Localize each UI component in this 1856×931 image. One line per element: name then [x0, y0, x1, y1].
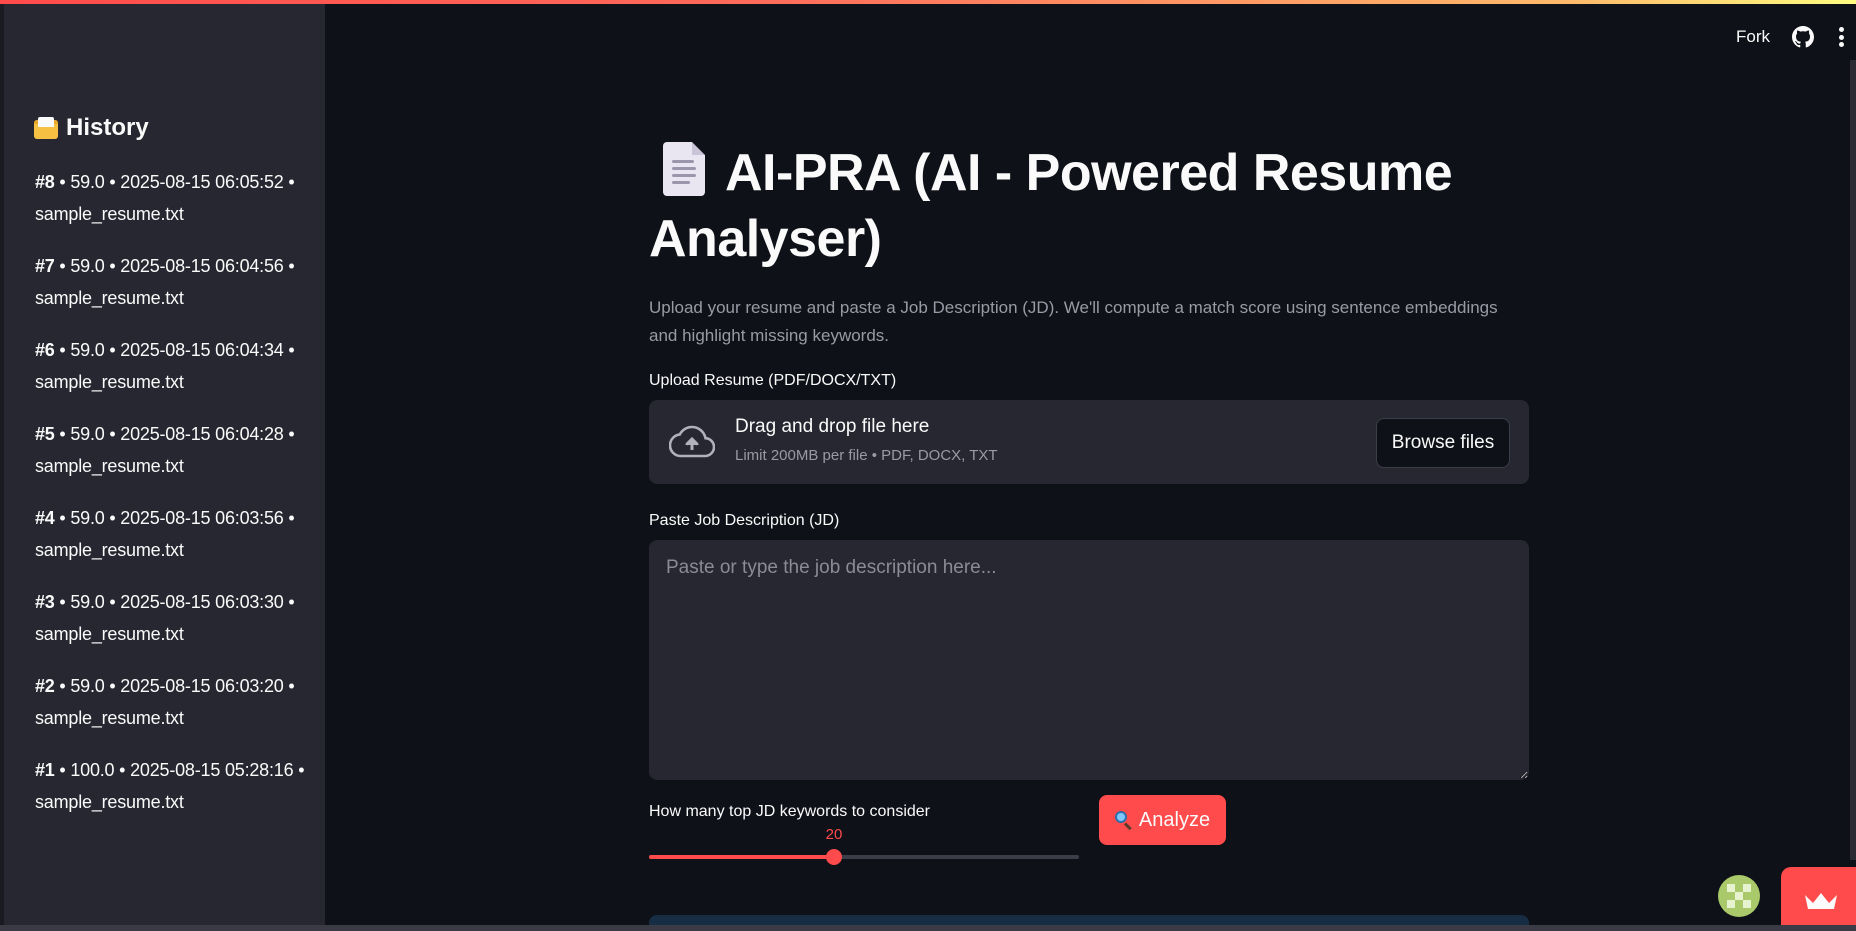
crown-icon [1805, 893, 1837, 909]
controls-row: How many top JD keywords to consider 20 … [649, 795, 1529, 893]
history-item-id: #7 [35, 256, 55, 276]
history-item-id: #8 [35, 172, 55, 192]
page-description: Upload your resume and paste a Job Descr… [649, 298, 1498, 345]
history-item: #5 • 59.0 • 2025-08-15 06:04:28 • sample… [35, 418, 305, 482]
upload-label: Upload Resume (PDF/DOCX/TXT) [649, 372, 897, 389]
history-item-details: • 59.0 • 2025-08-15 06:03:30 • sample_re… [35, 592, 295, 644]
file-uploader-dropzone[interactable]: Drag and drop file here Limit 200MB per … [649, 400, 1529, 484]
cloud-upload-icon [669, 425, 715, 458]
history-item-id: #2 [35, 676, 55, 696]
history-item: #8 • 59.0 • 2025-08-15 06:05:52 • sample… [35, 166, 305, 230]
history-item-id: #4 [35, 508, 55, 528]
slider-label: How many top JD keywords to consider [649, 803, 930, 820]
github-icon[interactable] [1792, 26, 1814, 48]
jd-label: Paste Job Description (JD) [649, 512, 840, 529]
horizontal-scrollbar[interactable] [0, 925, 1856, 931]
history-item-id: #3 [35, 592, 55, 612]
history-item-details: • 59.0 • 2025-08-15 06:04:28 • sample_re… [35, 424, 295, 476]
sidebar-title: History [34, 114, 149, 142]
top-decoration-bar [0, 0, 1856, 4]
document-icon [663, 142, 705, 196]
history-item-id: #1 [35, 760, 55, 780]
dropzone-limits: Limit 200MB per file • PDF, DOCX, TXT [735, 447, 998, 464]
history-item: #6 • 59.0 • 2025-08-15 06:04:34 • sample… [35, 334, 305, 398]
history-item: #3 • 59.0 • 2025-08-15 06:03:30 • sample… [35, 586, 305, 650]
browse-files-button[interactable]: Browse files [1376, 418, 1510, 468]
keywords-slider[interactable]: 20 [649, 826, 1079, 875]
vertical-scrollbar[interactable] [1850, 60, 1856, 860]
history-item: #1 • 100.0 • 2025-08-15 05:28:16 • sampl… [35, 754, 305, 818]
sidebar: History #8 • 59.0 • 2025-08-15 06:05:52 … [0, 0, 325, 925]
history-item: #4 • 59.0 • 2025-08-15 06:03:56 • sample… [35, 502, 305, 566]
sidebar-title-label: History [66, 114, 149, 141]
clipboard-icon [34, 117, 58, 139]
analyze-button[interactable]: Analyze [1099, 795, 1226, 845]
main-content: AI-PRA (AI - Powered Resume Analyser) Up… [649, 140, 1529, 893]
streamlit-crown-button[interactable] [1781, 867, 1856, 931]
main-area: Fork AI-PRA (AI - Powered Resume Analyse… [325, 0, 1856, 931]
history-item-details: • 59.0 • 2025-08-15 06:04:56 • sample_re… [35, 256, 295, 308]
page-title-text: AI-PRA (AI - Powered Resume Analyser) [649, 144, 1453, 268]
history-item-id: #6 [35, 340, 55, 360]
history-item: #2 • 59.0 • 2025-08-15 06:03:20 • sample… [35, 670, 305, 734]
app-header-actions: Fork [1736, 26, 1844, 48]
history-item-details: • 59.0 • 2025-08-15 06:03:56 • sample_re… [35, 508, 295, 560]
history-item: #7 • 59.0 • 2025-08-15 06:04:56 • sample… [35, 250, 305, 314]
history-item-details: • 100.0 • 2025-08-15 05:28:16 • sample_r… [35, 760, 305, 812]
history-item-details: • 59.0 • 2025-08-15 06:03:20 • sample_re… [35, 676, 295, 728]
slider-value: 20 [825, 826, 843, 843]
jd-textarea[interactable] [649, 540, 1529, 780]
history-list: #8 • 59.0 • 2025-08-15 06:05:52 • sample… [35, 166, 305, 838]
fork-button[interactable]: Fork [1736, 27, 1770, 47]
kebab-menu-icon[interactable] [1838, 27, 1844, 47]
slider-fill [649, 855, 834, 859]
analyze-button-label: Analyze [1138, 808, 1211, 831]
history-item-details: • 59.0 • 2025-08-15 06:04:34 • sample_re… [35, 340, 295, 392]
magnifier-icon [1114, 811, 1133, 831]
slider-thumb[interactable] [826, 849, 842, 865]
viewer-avatar[interactable] [1718, 875, 1760, 917]
history-item-details: • 59.0 • 2025-08-15 06:05:52 • sample_re… [35, 172, 295, 224]
page-title: AI-PRA (AI - Powered Resume Analyser) [649, 140, 1529, 272]
history-item-id: #5 [35, 424, 55, 444]
dropzone-instructions: Drag and drop file here [735, 416, 930, 437]
